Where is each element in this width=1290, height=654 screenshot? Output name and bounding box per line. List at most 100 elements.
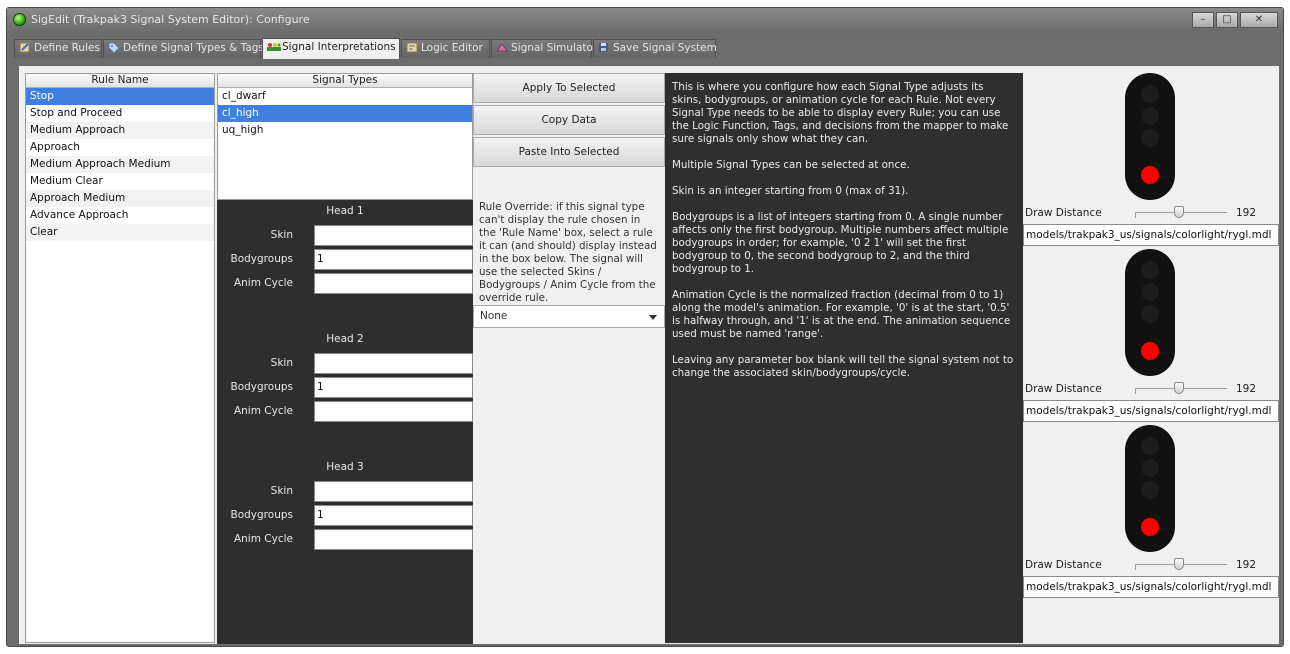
- signal-type-list: Signal Types cl_dwarf cl_high uq_high: [217, 73, 473, 200]
- draw-distance-slider[interactable]: [1135, 206, 1227, 218]
- head-1-bodygroups-input[interactable]: 1: [314, 249, 473, 270]
- head-1-skin-input[interactable]: [314, 225, 473, 246]
- tag-icon: [108, 42, 120, 54]
- head-2-bodygroups-label: Bodygroups: [230, 381, 293, 393]
- actions-column: Apply To Selected Copy Data Paste Into S…: [473, 73, 665, 643]
- head-3-skin-input[interactable]: [314, 481, 473, 502]
- head-editor: Head 1 Skin Bodygroups 1 Anim Cycle Head…: [217, 200, 473, 644]
- model-path-input[interactable]: models/trakpak3_us/signals/colorlight/ry…: [1023, 400, 1279, 422]
- rule-item[interactable]: Stop and Proceed: [26, 105, 214, 122]
- head-1-anim-cycle-input[interactable]: [314, 273, 473, 294]
- rule-name-header[interactable]: Rule Name: [26, 74, 214, 88]
- minimize-button[interactable]: –: [1192, 12, 1214, 28]
- help-paragraph: This is where you configure how each Sig…: [672, 81, 1009, 145]
- head-1-anim-cycle-label: Anim Cycle: [233, 277, 293, 289]
- head-3-anim-cycle-label: Anim Cycle: [233, 533, 293, 545]
- signal-lamp: [1141, 437, 1159, 455]
- tab-define-rules[interactable]: Define Rules: [14, 39, 102, 58]
- head-1-skin-label: Skin: [270, 229, 293, 241]
- head-3-title: Head 3: [326, 461, 364, 473]
- rule-list: Rule Name Stop Stop and Proceed Medium A…: [25, 73, 215, 643]
- rule-item[interactable]: Approach Medium: [26, 190, 214, 207]
- slider-thumb[interactable]: [1174, 558, 1185, 570]
- logic-icon: [406, 42, 418, 53]
- draw-distance-label: Draw Distance: [1025, 207, 1102, 219]
- signal-preview: Draw Distance 192 models/trakpak3_us/sig…: [1023, 73, 1279, 249]
- head-2-skin-input[interactable]: [314, 353, 473, 374]
- slider-thumb[interactable]: [1174, 382, 1185, 394]
- signal-model-view[interactable]: [1125, 73, 1175, 200]
- simulator-icon: [496, 42, 508, 53]
- head-2-skin-label: Skin: [270, 357, 293, 369]
- head-2-anim-cycle-input[interactable]: [314, 401, 473, 422]
- apply-to-selected-button[interactable]: Apply To Selected: [473, 73, 665, 103]
- override-description: Rule Override: if this signal type can't…: [479, 201, 657, 304]
- override-rule-value: None: [480, 310, 508, 322]
- tab-signal-simulator[interactable]: Signal Simulator: [491, 39, 597, 58]
- signal-model-view[interactable]: [1125, 249, 1175, 376]
- signal-lamp: [1141, 261, 1159, 279]
- draw-distance-label: Draw Distance: [1025, 383, 1102, 395]
- draw-distance-label: Draw Distance: [1025, 559, 1102, 571]
- signal-lamp: [1141, 107, 1159, 125]
- tab-signal-types[interactable]: Define Signal Types & Tags: [103, 39, 264, 58]
- help-paragraph: Bodygroups is a list of integers startin…: [672, 211, 1009, 275]
- signal-type-item[interactable]: cl_dwarf: [218, 88, 472, 105]
- head-3-bodygroups-label: Bodygroups: [230, 509, 293, 521]
- tab-save-signal-system[interactable]: Save Signal System: [593, 39, 717, 58]
- head-3-anim-cycle-input[interactable]: [314, 529, 473, 550]
- head-3-skin-label: Skin: [270, 485, 293, 497]
- draw-distance-slider[interactable]: [1135, 382, 1227, 394]
- title-bar: SigEdit (Trakpak3 Signal System Editor):…: [7, 8, 1283, 33]
- head-1-title: Head 1: [326, 205, 364, 217]
- signal-lamp: [1141, 283, 1159, 301]
- rule-item[interactable]: Medium Approach Medium: [26, 156, 214, 173]
- signal-lamp-lit: [1141, 518, 1159, 536]
- rule-item[interactable]: Clear: [26, 224, 214, 241]
- chevron-down-icon: [649, 315, 657, 320]
- signal-model-view[interactable]: [1125, 425, 1175, 552]
- rule-item[interactable]: Advance Approach: [26, 207, 214, 224]
- signal-types-header[interactable]: Signal Types: [218, 74, 472, 88]
- help-panel: This is where you configure how each Sig…: [665, 73, 1023, 643]
- help-paragraph: Skin is an integer starting from 0 (max …: [672, 185, 909, 197]
- signal-preview: Draw Distance 192 models/trakpak3_us/sig…: [1023, 249, 1279, 425]
- signal-icon: [267, 41, 281, 52]
- tab-signal-interpretations[interactable]: Signal Interpretations: [262, 38, 400, 59]
- head-2-title: Head 2: [326, 333, 364, 345]
- interpretations-panel: Rule Name Stop Stop and Proceed Medium A…: [19, 66, 1279, 644]
- signal-lamp: [1141, 85, 1159, 103]
- copy-data-button[interactable]: Copy Data: [473, 105, 665, 135]
- maximize-button[interactable]: □: [1216, 12, 1238, 28]
- model-path-input[interactable]: models/trakpak3_us/signals/colorlight/ry…: [1023, 576, 1279, 598]
- save-icon: [598, 42, 610, 53]
- signal-type-item[interactable]: cl_high: [218, 105, 472, 122]
- app-logo-icon: [13, 13, 26, 26]
- paste-into-selected-button[interactable]: Paste Into Selected: [473, 137, 665, 167]
- model-path-input[interactable]: models/trakpak3_us/signals/colorlight/ry…: [1023, 224, 1279, 246]
- draw-distance-slider[interactable]: [1135, 558, 1227, 570]
- slider-tick: [1135, 212, 1136, 218]
- rule-item[interactable]: Approach: [26, 139, 214, 156]
- rule-item[interactable]: Medium Clear: [26, 173, 214, 190]
- signal-lamp: [1141, 481, 1159, 499]
- override-rule-select[interactable]: None: [473, 305, 665, 328]
- help-paragraph: Animation Cycle is the normalized fracti…: [672, 289, 1011, 340]
- rule-item[interactable]: Stop: [26, 88, 214, 105]
- close-button[interactable]: ✕: [1240, 12, 1278, 28]
- signal-preview: Draw Distance 192 models/trakpak3_us/sig…: [1023, 425, 1279, 601]
- signal-lamp: [1141, 305, 1159, 323]
- signal-lamp: [1141, 459, 1159, 477]
- rule-item[interactable]: Medium Approach: [26, 122, 214, 139]
- signal-type-item[interactable]: uq_high: [218, 122, 472, 139]
- slider-thumb[interactable]: [1174, 206, 1185, 218]
- tab-logic-editor[interactable]: Logic Editor: [401, 39, 490, 58]
- signal-lamp: [1141, 129, 1159, 147]
- head-3-bodygroups-input[interactable]: 1: [314, 505, 473, 526]
- signal-lamp-lit: [1141, 342, 1159, 360]
- signal-previews: Draw Distance 192 models/trakpak3_us/sig…: [1023, 73, 1279, 643]
- head-1-bodygroups-label: Bodygroups: [230, 253, 293, 265]
- head-2-bodygroups-input[interactable]: 1: [314, 377, 473, 398]
- draw-distance-value: 192: [1236, 207, 1257, 219]
- head-2-anim-cycle-label: Anim Cycle: [233, 405, 293, 417]
